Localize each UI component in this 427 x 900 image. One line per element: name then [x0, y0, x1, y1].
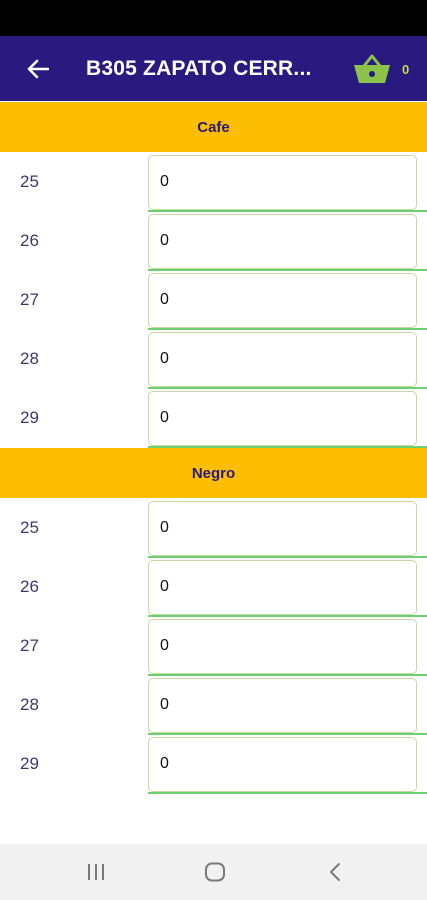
size-row: 27 — [0, 617, 427, 676]
size-row: 28 — [0, 676, 427, 735]
size-label: 26 — [20, 231, 39, 250]
page-title: B305 ZAPATO CERR... — [86, 57, 312, 80]
quantity-input[interactable] — [160, 169, 400, 195]
size-row: 26 — [0, 212, 427, 271]
quantity-input[interactable] — [160, 515, 400, 541]
recents-icon — [88, 864, 104, 880]
quantity-box — [148, 619, 417, 674]
size-label: 28 — [20, 695, 39, 714]
quantity-box — [148, 501, 417, 556]
home-button[interactable] — [200, 858, 230, 886]
quantity-box — [148, 560, 417, 615]
quantity-box — [148, 678, 417, 733]
quantity-input[interactable] — [160, 405, 400, 431]
size-row: 26 — [0, 558, 427, 617]
quantity-input[interactable] — [160, 228, 400, 254]
size-row: 25 — [0, 499, 427, 558]
cart-count-badge: 0 — [402, 62, 410, 77]
size-label: 26 — [20, 577, 39, 596]
cart-button[interactable] — [352, 52, 392, 86]
quantity-box — [148, 737, 417, 792]
recents-button[interactable] — [81, 858, 111, 886]
size-label: 27 — [20, 290, 39, 309]
section-title: Cafe — [197, 118, 230, 136]
size-label: 27 — [20, 636, 39, 655]
basket-icon — [354, 54, 390, 83]
back-chevron-icon — [330, 863, 340, 881]
app-bar: B305 ZAPATO CERR... 0 — [0, 36, 427, 101]
quantity-box — [148, 332, 417, 387]
quantity-input[interactable] — [160, 346, 400, 372]
quantity-box — [148, 155, 417, 210]
quantity-box — [148, 391, 417, 446]
quantity-input[interactable] — [160, 692, 400, 718]
arrow-left-icon — [27, 59, 49, 79]
back-button[interactable] — [22, 54, 54, 84]
section-header-cafe: Cafe — [0, 102, 427, 152]
quantity-box — [148, 214, 417, 269]
system-nav-bar — [0, 844, 427, 900]
size-label: 25 — [20, 172, 39, 191]
section-title: Negro — [191, 464, 236, 482]
size-row: 28 — [0, 330, 427, 389]
quantity-input[interactable] — [160, 574, 400, 600]
size-row: 25 — [0, 153, 427, 212]
size-row: 29 — [0, 735, 427, 794]
size-row: 27 — [0, 271, 427, 330]
input-underline — [148, 792, 427, 794]
size-label: 28 — [20, 349, 39, 368]
quantity-input[interactable] — [160, 633, 400, 659]
quantity-box — [148, 273, 417, 328]
size-label: 29 — [20, 754, 39, 773]
size-row: 29 — [0, 389, 427, 448]
quantity-input[interactable] — [160, 287, 400, 313]
home-icon — [205, 862, 225, 882]
quantity-input[interactable] — [160, 751, 400, 777]
size-label: 25 — [20, 518, 39, 537]
system-back-button[interactable] — [320, 858, 350, 886]
section-header-negro: Negro — [0, 448, 427, 498]
size-label: 29 — [20, 408, 39, 427]
status-bar — [0, 0, 427, 36]
